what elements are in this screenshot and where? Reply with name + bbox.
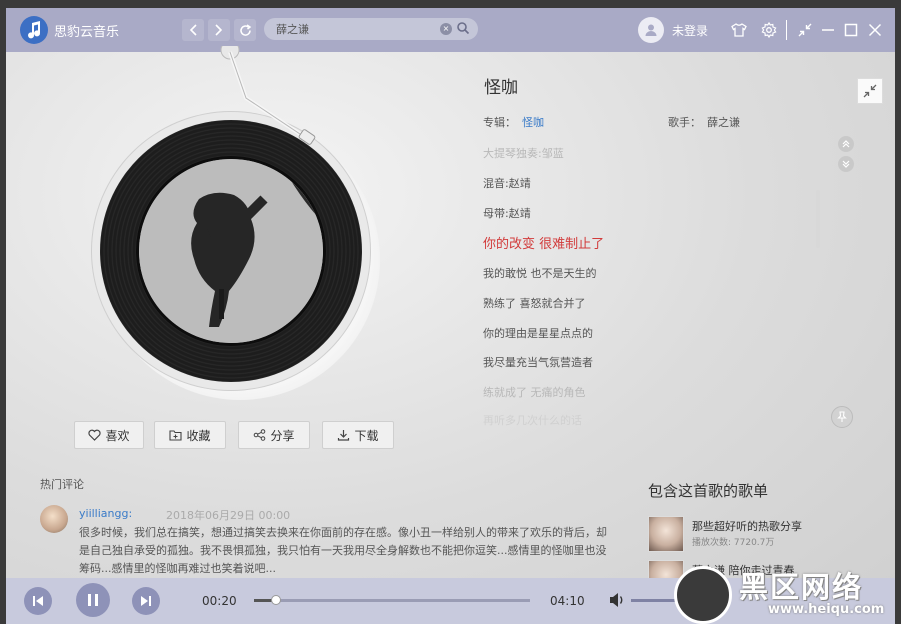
album-info: 专辑： 怪咖 [483,114,544,130]
progress-bar[interactable] [254,595,530,605]
maximize-button[interactable] [842,21,860,39]
app-logo-icon[interactable] [20,16,48,44]
user-avatar[interactable] [638,17,664,43]
lyric-line: 母带:赵靖 [483,207,531,220]
shirt-icon [731,23,747,37]
playlist-cover[interactable] [648,516,684,552]
album-link[interactable]: 怪咖 [522,116,544,129]
app-name: 思豹云音乐 [54,25,120,40]
search-icon[interactable] [456,21,470,35]
lyric-line: 再听多几次什么的话 [483,414,582,427]
lyric-line: 我尽量充当气氛营造者 [483,356,593,369]
chevron-left-icon [189,24,197,36]
search-input[interactable] [276,22,426,36]
refresh-icon [239,23,251,36]
lyric-line: 练就成了 无痛的角色 [483,386,586,399]
artist-info: 歌手： 薛之谦 [668,114,740,130]
titlebar-divider [786,20,787,40]
playlists-heading: 包含这首歌的歌单 [648,482,769,500]
commenter-avatar[interactable] [40,505,68,533]
previous-button[interactable] [24,587,52,615]
lyric-scroll-down-button[interactable] [838,156,854,172]
pause-icon [88,594,98,606]
pin-icon [837,411,847,422]
watermark-logo-icon [674,566,732,624]
album-cover [136,156,326,346]
mini-mode-button[interactable] [796,21,814,39]
user-icon [645,24,657,36]
artist-name[interactable]: 薛之谦 [707,116,740,129]
shrink-arrows-icon [798,23,812,37]
lyric-scroll-up-button[interactable] [838,136,854,152]
comment-time: 2018年06月29日 00:00 [166,509,291,522]
previous-track-icon [33,596,43,606]
back-button[interactable] [182,19,204,41]
double-chevron-down-icon [842,160,850,168]
like-button[interactable]: 喜欢 [74,421,144,449]
pause-button[interactable] [76,583,110,617]
double-chevron-up-icon [842,140,850,148]
search-box[interactable]: × [264,18,478,40]
duration-time: 04:10 [550,594,585,608]
playlist-plays: 播放次数: 7720.7万 [692,538,775,548]
lyric-line-current: 你的改变 很难制止了 [483,237,605,252]
collect-button[interactable]: 收藏 [154,421,226,449]
refresh-button[interactable] [234,19,256,41]
progress-handle[interactable] [271,595,282,605]
artist-label: 歌手： [668,116,701,129]
close-icon [868,23,882,37]
elapsed-time: 00:20 [202,594,237,608]
hot-comments-heading: 热门评论 [40,478,84,491]
pin-lyrics-button[interactable] [831,406,853,428]
lyric-line: 混音:赵靖 [483,177,531,190]
share-label: 分享 [270,428,295,443]
gear-icon [761,22,777,38]
download-button[interactable]: 下载 [322,421,394,449]
playlist-name[interactable]: 那些超好听的热歌分享 [692,518,802,534]
collect-label: 收藏 [186,428,211,443]
shrink-arrows-icon [863,84,877,98]
download-label: 下载 [354,428,379,443]
login-status[interactable]: 未登录 [672,22,708,39]
share-icon [254,429,266,441]
lyric-line: 大提琴独奏:邹蓝 [483,147,564,160]
settings-button[interactable] [760,21,778,39]
album-label: 专辑： [483,116,516,129]
forward-button[interactable] [208,19,230,41]
watermark-text: 黑区网络 [739,570,864,604]
comment-text: 很多时候，我们总在搞笑，想通过搞笑去换来在你面前的存在感。像小丑一样给别人的带来… [79,526,607,575]
skin-button[interactable] [730,21,748,39]
app-window: 思豹云音乐 × 未登录 [6,8,895,624]
vinyl-disc [100,120,362,382]
chevron-right-icon [215,24,223,36]
download-icon [338,430,350,441]
minimize-icon [822,29,834,31]
collapse-player-button[interactable] [857,78,883,104]
clear-search-icon[interactable]: × [440,23,452,35]
album-art-image [139,159,323,343]
title-bar: 思豹云音乐 × 未登录 [6,8,895,52]
tonearm-icon [220,46,316,145]
lyric-line: 我的敢悦 也不是天生的 [483,267,597,280]
commenter-name[interactable]: yiilliangg: [79,507,132,520]
heart-icon [88,429,102,441]
close-button[interactable] [866,21,884,39]
watermark-url: www.heiqu.com [768,602,885,617]
song-title: 怪咖 [484,78,518,98]
folder-add-icon [169,430,183,441]
nav-buttons [182,19,256,41]
lyric-scrollbar[interactable] [816,190,820,248]
minimize-button[interactable] [819,21,837,39]
share-button[interactable]: 分享 [238,421,310,449]
volume-icon[interactable] [608,591,626,609]
next-track-icon [141,596,151,606]
maximize-icon [844,23,858,37]
lyric-line: 你的理由是星星点点的 [483,327,593,340]
like-label: 喜欢 [105,428,130,443]
next-button[interactable] [132,587,160,615]
lyric-line: 熟练了 喜怒就合并了 [483,297,586,310]
